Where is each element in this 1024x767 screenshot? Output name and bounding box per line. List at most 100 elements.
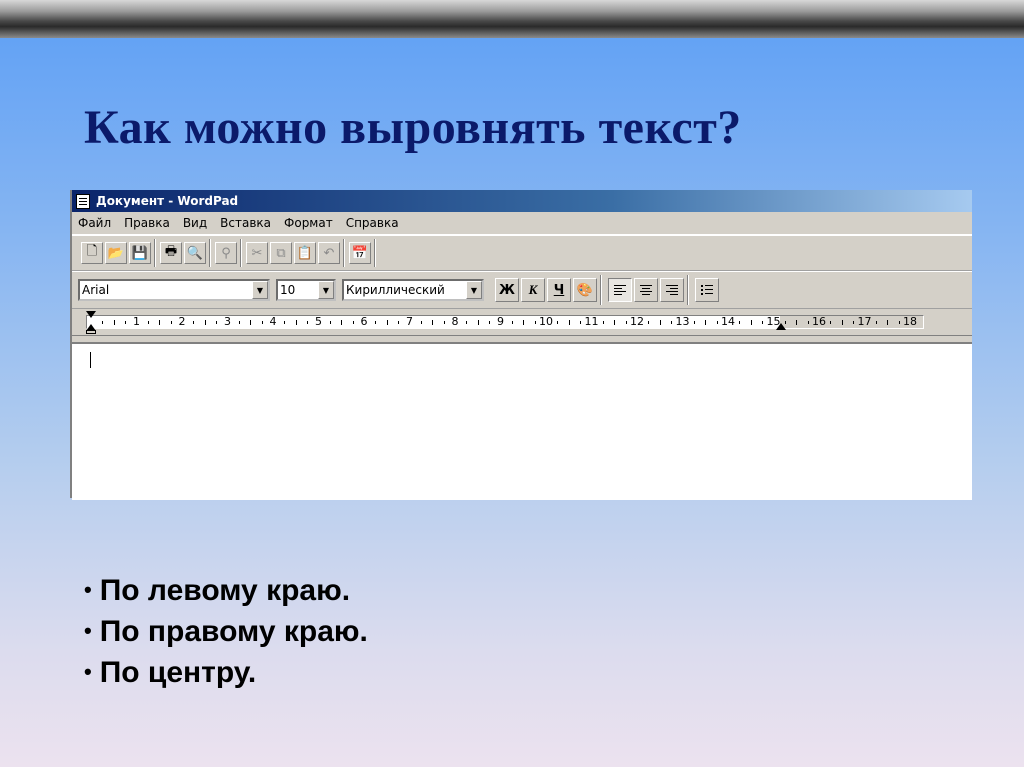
bullet-item: • По центру.	[84, 656, 257, 689]
save-icon[interactable]: 💾	[129, 242, 151, 264]
ruler-number: 9	[497, 315, 504, 328]
ruler-tick	[102, 321, 104, 324]
ruler-tick	[557, 321, 559, 324]
window-title-bar: Документ - WordPad	[72, 190, 972, 212]
align-right-icon	[666, 284, 678, 296]
ruler-number: 10	[539, 315, 553, 328]
text-caret	[90, 352, 91, 368]
find-icon[interactable]: ⚲	[215, 242, 237, 264]
script-value: Кириллический	[346, 283, 445, 297]
ruler-tick	[659, 320, 661, 325]
align-center-icon	[640, 284, 652, 296]
wordpad-document-icon	[76, 193, 90, 209]
ruler-tick	[329, 321, 331, 324]
menu-help[interactable]: Справка	[346, 216, 399, 230]
window-title: Документ - WordPad	[96, 194, 239, 208]
ruler-number: 18	[903, 315, 917, 328]
left-margin-marker[interactable]	[86, 330, 96, 334]
align-center-button[interactable]	[634, 278, 658, 302]
file-group: 🗋 📂 💾	[78, 239, 155, 267]
cut-icon[interactable]: ✂	[246, 242, 268, 264]
ruler-number: 16	[812, 315, 826, 328]
ruler-tick	[341, 320, 343, 325]
ruler-tick	[614, 320, 616, 325]
paste-icon[interactable]: 📋	[294, 242, 316, 264]
font-select[interactable]: Arial ▼	[78, 279, 270, 301]
slide-title: Как можно выровнять текст?	[84, 101, 742, 154]
ruler-tick	[750, 320, 752, 325]
wordpad-window: Документ - WordPad Файл Правка Вид Встав…	[70, 190, 972, 500]
print-preview-icon[interactable]: 🔍	[184, 242, 206, 264]
ruler-tick	[898, 321, 900, 324]
ruler-number: 12	[630, 315, 644, 328]
ruler-number: 13	[675, 315, 690, 328]
bullet-list-icon	[701, 284, 713, 296]
open-icon[interactable]: 📂	[105, 242, 127, 264]
ruler-tick	[693, 321, 695, 324]
copy-icon[interactable]: ⧉	[270, 242, 292, 264]
menu-view[interactable]: Вид	[183, 216, 207, 230]
ruler-tick	[580, 321, 582, 324]
chevron-down-icon[interactable]: ▼	[252, 281, 268, 299]
menu-file[interactable]: Файл	[78, 216, 111, 230]
ruler-tick	[398, 321, 400, 324]
print-group: 🖶 🔍	[157, 239, 210, 267]
menu-edit[interactable]: Правка	[124, 216, 170, 230]
ruler[interactable]: 1 2 3 4 5 6 7 8 9 10 11 12 13 14 15 16 17 18	[86, 315, 924, 329]
ruler-number: 4	[269, 315, 277, 328]
bullets-button[interactable]	[695, 278, 719, 302]
undo-icon[interactable]: ↶	[318, 242, 340, 264]
ruler-tick	[420, 321, 422, 324]
underline-button[interactable]: Ч	[547, 278, 571, 302]
ruler-number: 14	[721, 315, 735, 328]
ruler-tick	[511, 321, 513, 324]
bold-button[interactable]: Ж	[495, 278, 519, 302]
document-area[interactable]	[72, 342, 972, 500]
ruler-tick	[625, 321, 627, 324]
ruler-tick	[250, 320, 252, 325]
menu-insert[interactable]: Вставка	[220, 216, 271, 230]
ruler-tick	[352, 321, 354, 324]
ruler-tick	[113, 320, 115, 325]
ruler-number: 2	[178, 315, 186, 328]
font-size-select[interactable]: 10 ▼	[276, 279, 336, 301]
bullet-text-left: По левому краю.	[99, 574, 351, 607]
ruler-tick	[648, 321, 650, 324]
new-icon[interactable]: 🗋	[81, 242, 103, 264]
alignment-group	[603, 275, 688, 305]
ruler-number: 7	[406, 315, 413, 328]
chevron-down-icon[interactable]: ▼	[318, 281, 334, 299]
ruler-tick	[671, 321, 673, 324]
italic-button[interactable]: К	[521, 278, 545, 302]
menu-bar: Файл Правка Вид Вставка Формат Справка	[72, 212, 972, 235]
ruler-tick	[796, 320, 798, 325]
ruler-tick	[307, 321, 309, 324]
ruler-tick	[807, 321, 809, 324]
ruler-number: 6	[360, 315, 368, 328]
ruler-number: 3	[224, 315, 231, 328]
script-select[interactable]: Кириллический ▼	[342, 279, 484, 301]
ruler-tick	[853, 321, 855, 324]
standard-toolbar: 🗋 📂 💾 🖶 🔍 ⚲ ✂ ⧉ 📋 ↶ 📅	[72, 235, 972, 271]
menu-format[interactable]: Формат	[284, 216, 333, 230]
ruler-tick	[216, 321, 218, 324]
ruler-tick	[762, 321, 764, 324]
print-icon[interactable]: 🖶	[160, 242, 182, 264]
right-indent-marker[interactable]	[776, 323, 786, 330]
ruler-tick	[875, 321, 877, 324]
align-right-button[interactable]	[660, 278, 684, 302]
color-palette-icon[interactable]: 🎨	[573, 278, 597, 302]
chevron-down-icon[interactable]: ▼	[466, 281, 482, 299]
date-time-icon[interactable]: 📅	[349, 242, 371, 264]
ruler-tick	[477, 320, 479, 325]
ruler-tick	[523, 320, 525, 325]
ruler-number: 1	[133, 315, 140, 328]
ruler-tick	[534, 321, 536, 324]
ruler-tick	[261, 321, 263, 324]
first-line-indent-marker[interactable]	[86, 311, 96, 318]
ruler-tick	[841, 320, 843, 325]
align-left-button[interactable]	[608, 278, 632, 302]
ruler-tick	[568, 320, 570, 325]
font-size-value: 10	[280, 283, 296, 297]
ruler-tick	[238, 321, 240, 324]
